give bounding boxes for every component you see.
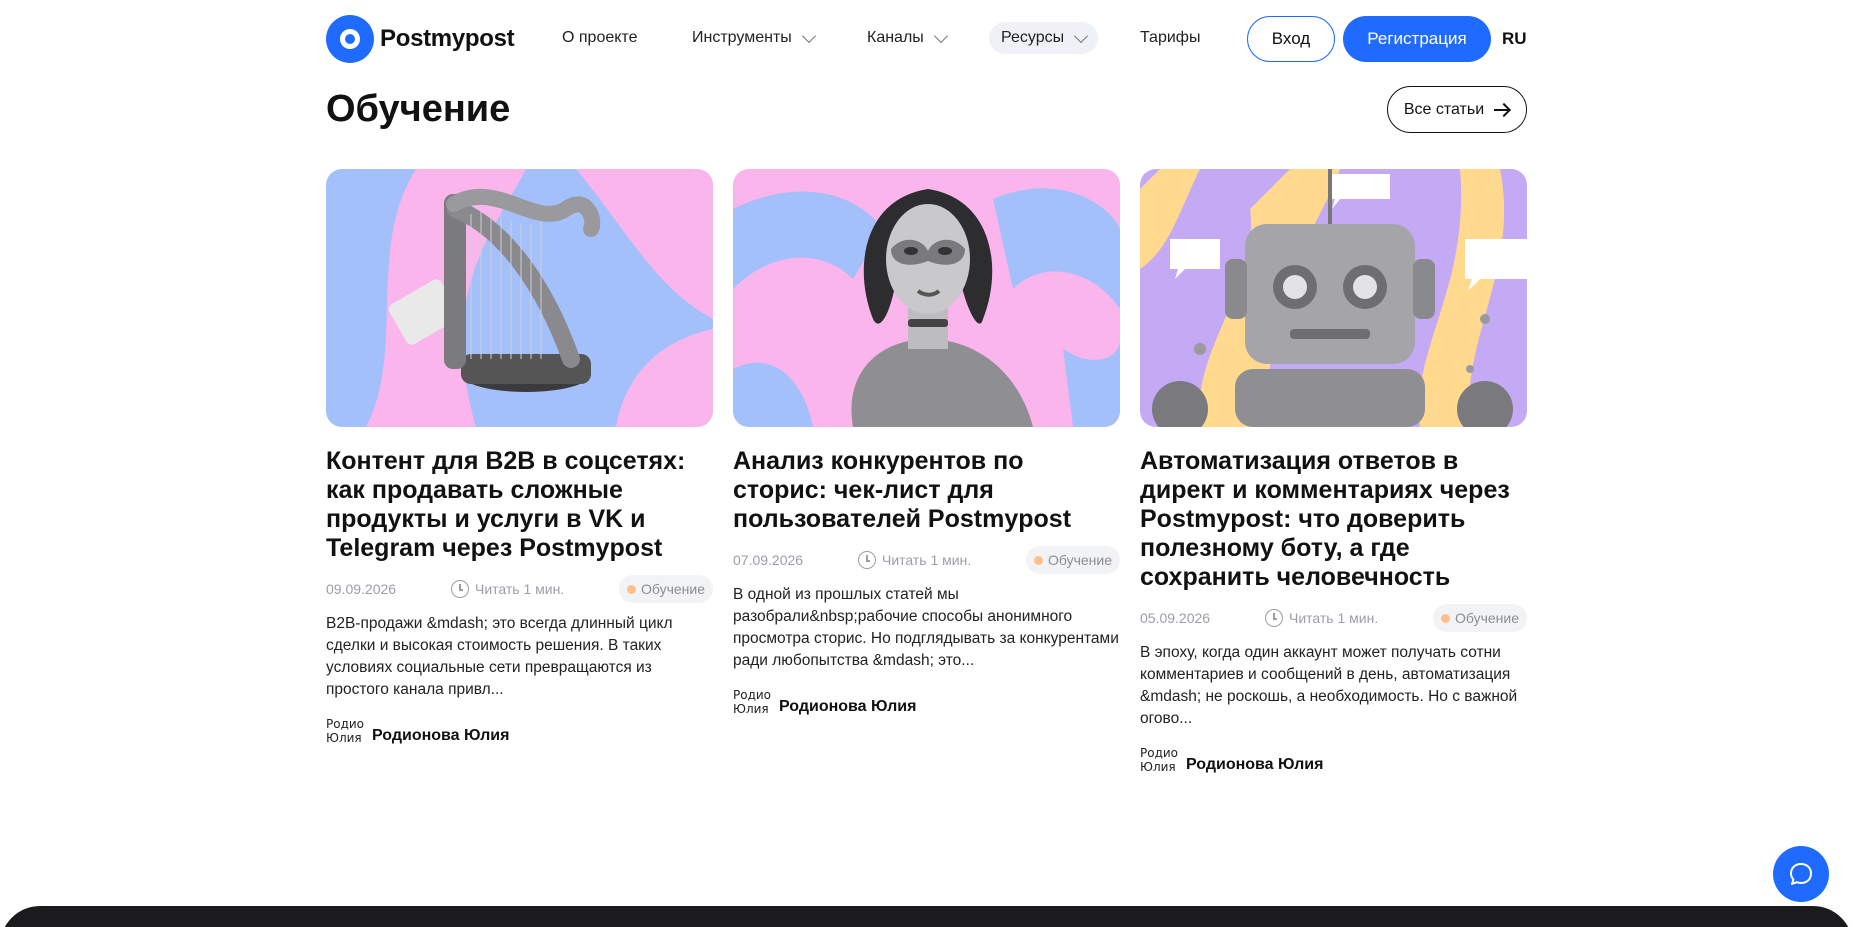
nav-label: Ресурсы (1001, 29, 1065, 46)
main-nav-resources: Ресурсы (989, 22, 1099, 54)
chevron-down-icon (1074, 28, 1089, 43)
tag-dot-icon (1033, 555, 1043, 565)
category-tag-label: Обучение (1454, 610, 1519, 626)
chevron-down-icon (933, 28, 948, 43)
article-image-woman[interactable] (733, 169, 1120, 427)
article-meta: 07.09.2026 Читать 1 мин. Обучение (733, 546, 1120, 574)
read-time-label: Читать 1 мин. (882, 552, 972, 568)
article-author[interactable]: Родионова Юлия Родионова Юлия (733, 688, 1120, 726)
all-articles-button[interactable]: Все статьи (1387, 86, 1527, 133)
clock-icon (858, 551, 876, 569)
article-meta: 05.09.2026 Читать 1 мин. Обучение (1140, 604, 1527, 632)
nav-label: Тарифы (1140, 29, 1201, 46)
article-excerpt: В эпоху, когда один аккаунт может получа… (1140, 644, 1518, 727)
read-time: Читать 1 мин. (451, 580, 564, 598)
article-meta: 09.09.2026 Читать 1 мин. Обучение (326, 575, 713, 603)
logo-text: Postmypost (380, 25, 515, 52)
avatar: Родионова Юлия (326, 717, 364, 745)
author-name: Родионова Юлия (779, 698, 917, 715)
nav-item-resources[interactable]: Ресурсы (989, 22, 1099, 54)
nav-item-pricing[interactable]: Тарифы (1128, 22, 1212, 54)
logo[interactable]: Postmypost (326, 15, 515, 63)
main-nav-channels: Каналы (855, 22, 958, 54)
nav-item-tools[interactable]: Инструменты (680, 22, 826, 54)
category-tag-label: Обучение (1047, 552, 1112, 568)
category-tag[interactable]: Обучение (1432, 604, 1527, 632)
author-name: Родионова Юлия (372, 727, 510, 744)
register-button[interactable]: Регистрация (1343, 16, 1491, 62)
nav-item-about[interactable]: О проекте (550, 22, 649, 54)
login-button[interactable]: Вход (1247, 16, 1335, 62)
nav-label: Инструменты (692, 29, 792, 46)
article-excerpt: В одной из прошлых статей мы разобрали&n… (733, 586, 1119, 669)
footer (0, 906, 1853, 927)
category-tag[interactable]: Обучение (1025, 546, 1120, 574)
nav-item-channels[interactable]: Каналы (855, 22, 958, 54)
category-tag[interactable]: Обучение (618, 575, 713, 603)
article-card[interactable]: Контент для B2B в соцсетях: как продават… (326, 169, 713, 755)
article-author[interactable]: Родионова Юлия Родионова Юлия (326, 717, 713, 755)
nav-label: Каналы (867, 29, 924, 46)
chat-button[interactable] (1773, 846, 1829, 902)
main-nav-pricing: Тарифы (1128, 22, 1212, 54)
article-excerpt: B2B-продажи &mdash; это всегда длинный ц… (326, 615, 673, 698)
article-date: 07.09.2026 (733, 552, 804, 568)
all-articles-label: Все статьи (1403, 100, 1485, 118)
read-time-label: Читать 1 мин. (475, 581, 565, 597)
tag-dot-icon (1440, 613, 1450, 623)
avatar: Родионова Юлия (1140, 746, 1178, 774)
read-time: Читать 1 мин. (1265, 609, 1378, 627)
article-date: 09.09.2026 (326, 581, 397, 597)
author-name: Родионова Юлия (1186, 756, 1324, 773)
chevron-down-icon (801, 28, 816, 43)
nav-label: О проекте (562, 29, 638, 46)
postmypost-logo-icon (326, 15, 374, 63)
article-author[interactable]: Родионова Юлия Родионова Юлия (1140, 746, 1527, 784)
article-card[interactable]: Анализ конкурентов по сторис: чек-лист д… (733, 169, 1120, 726)
article-card[interactable]: Автоматизация ответов в директ и коммент… (1140, 169, 1527, 784)
read-time-label: Читать 1 мин. (1289, 610, 1379, 626)
article-image-harp[interactable] (326, 169, 713, 427)
category-tag-label: Обучение (640, 581, 705, 597)
language-switch[interactable]: RU (1502, 29, 1527, 49)
clock-icon (1265, 609, 1283, 627)
article-title[interactable]: Автоматизация ответов в директ и коммент… (1140, 447, 1527, 592)
article-title[interactable]: Анализ конкурентов по сторис: чек-лист д… (733, 447, 1120, 534)
section-title: Обучение (326, 88, 511, 130)
article-date: 05.09.2026 (1140, 610, 1211, 626)
article-title[interactable]: Контент для B2B в соцсетях: как продават… (326, 447, 713, 563)
chat-bubble-icon (1790, 863, 1812, 885)
clock-icon (451, 580, 469, 598)
main-nav-tools: Инструменты (680, 22, 826, 54)
read-time: Читать 1 мин. (858, 551, 971, 569)
tag-dot-icon (626, 584, 636, 594)
main-nav: О проекте (550, 22, 649, 54)
site-header: Postmypost О проекте Инструменты Каналы … (0, 0, 1853, 78)
article-image-robot[interactable] (1140, 169, 1527, 427)
arrow-right-icon (1494, 104, 1510, 116)
avatar: Родионова Юлия (733, 688, 771, 716)
